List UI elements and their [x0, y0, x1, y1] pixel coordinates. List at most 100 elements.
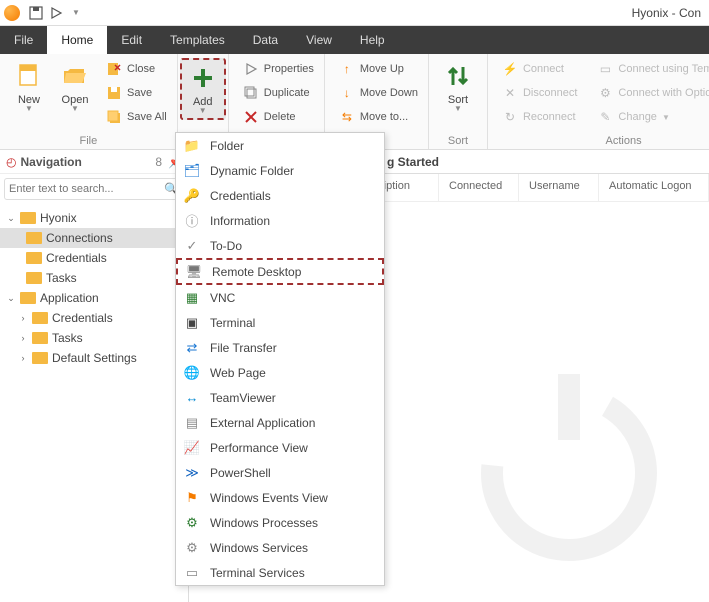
dropdown-item-web-page[interactable]: 🌐Web Page: [176, 360, 384, 385]
reconnect-button[interactable]: ↻ Reconnect: [498, 106, 581, 128]
sort-button[interactable]: Sort ▼: [435, 58, 481, 116]
properties-button[interactable]: Properties: [239, 58, 318, 80]
properties-label: Properties: [264, 63, 314, 75]
tree-label: Connections: [46, 231, 113, 245]
tree-item-default-settings[interactable]: › Default Settings: [0, 348, 188, 368]
teamviewer-icon: ↔: [184, 390, 200, 406]
chevron-down-icon: ▼: [71, 106, 79, 112]
tree-label: Default Settings: [52, 351, 137, 365]
change-button[interactable]: ✎ Change ▼: [593, 106, 709, 128]
dropdown-item-folder[interactable]: 📁Folder: [176, 133, 384, 158]
move-to-label: Move to...: [360, 111, 408, 123]
menu-view[interactable]: View: [292, 26, 346, 54]
move-up-button[interactable]: ↑ Move Up: [335, 58, 422, 80]
folder-icon: 📁: [184, 138, 200, 154]
dropdown-item-powershell[interactable]: ≫PowerShell: [176, 460, 384, 485]
delete-button[interactable]: Delete: [239, 106, 318, 128]
dropdown-item-credentials[interactable]: 🔑Credentials: [176, 183, 384, 208]
move-down-button[interactable]: ↓ Move Down: [335, 82, 422, 104]
dropdown-item-remote-desktop[interactable]: 🖥Remote Desktop: [176, 258, 384, 285]
menu-templates[interactable]: Templates: [156, 26, 239, 54]
menu-data[interactable]: Data: [239, 26, 292, 54]
dropdown-item-windows-events-view[interactable]: ⚑Windows Events View: [176, 485, 384, 510]
menu-edit[interactable]: Edit: [107, 26, 156, 54]
menu-file[interactable]: File: [0, 26, 47, 54]
dropdown-item-teamviewer[interactable]: ↔TeamViewer: [176, 385, 384, 410]
tree-item-credentials[interactable]: Credentials: [0, 248, 188, 268]
connect-button[interactable]: ⚡ Connect: [498, 58, 581, 80]
new-button[interactable]: New ▼: [6, 58, 52, 116]
connect-template-button[interactable]: ▭ Connect using Template ▼: [593, 58, 709, 80]
services-icon: ⚙: [184, 540, 200, 556]
open-button[interactable]: Open ▼: [52, 58, 98, 116]
tree-item-app-credentials[interactable]: › Credentials: [0, 308, 188, 328]
tree-label: Tasks: [52, 331, 83, 345]
move-to-button[interactable]: ⇆ Move to...: [335, 106, 422, 128]
collapse-icon[interactable]: ⌄: [6, 213, 16, 224]
folder-icon: [20, 212, 36, 224]
disconnect-button[interactable]: ✕ Disconnect: [498, 82, 581, 104]
tree-root-application[interactable]: ⌄ Application: [0, 288, 188, 308]
key-icon: 🔑: [184, 188, 200, 204]
globe-icon: 🌐: [184, 365, 200, 381]
dropdown-item-windows-services[interactable]: ⚙Windows Services: [176, 535, 384, 560]
dropdown-item-information[interactable]: ⓘInformation: [176, 208, 384, 233]
dropdown-item-performance-view[interactable]: 📈Performance View: [176, 435, 384, 460]
col-connected[interactable]: Connected: [439, 174, 519, 201]
menu-help[interactable]: Help: [346, 26, 399, 54]
qat-play-button[interactable]: [46, 3, 66, 23]
save-all-button[interactable]: Save All: [102, 106, 171, 128]
connect-options-button[interactable]: ⚙ Connect with Options ▼: [593, 82, 709, 104]
qat-save-button[interactable]: [26, 3, 46, 23]
performance-icon: 📈: [184, 440, 200, 456]
add-dropdown-menu: 📁Folder🗂Dynamic Folder🔑CredentialsⓘInfor…: [175, 132, 385, 586]
save-button[interactable]: Save: [102, 82, 171, 104]
collapse-icon[interactable]: ⌄: [6, 293, 16, 304]
tree-item-app-tasks[interactable]: › Tasks: [0, 328, 188, 348]
dropdown-item-label: External Application: [210, 416, 315, 430]
dropdown-item-file-transfer[interactable]: ⇄File Transfer: [176, 335, 384, 360]
dropdown-item-to-do[interactable]: ✓To-Do: [176, 233, 384, 258]
chevron-down-icon: ▼: [199, 108, 207, 114]
dropdown-item-external-application[interactable]: ▤ External Application: [176, 410, 384, 435]
reconnect-label: Reconnect: [523, 111, 576, 123]
tree-label: Credentials: [52, 311, 113, 325]
folder-icon: [26, 272, 42, 284]
connect-template-label: Connect using Template: [618, 63, 709, 75]
save-icon: [106, 85, 122, 101]
add-button[interactable]: Add ▼: [180, 58, 226, 120]
tree-item-connections[interactable]: Connections: [0, 228, 188, 248]
navigation-tree: ⌄ Hyonix Connections Credentials Tasks ⌄…: [0, 204, 188, 372]
close-file-icon: [106, 61, 122, 77]
dropdown-item-terminal-services[interactable]: ▭Terminal Services: [176, 560, 384, 585]
close-button[interactable]: Close: [102, 58, 171, 80]
dynamic-folder-icon: 🗂: [184, 163, 200, 179]
dropdown-item-label: PowerShell: [210, 466, 271, 480]
vnc-icon: ▦: [184, 290, 200, 306]
navigation-search[interactable]: 🔍: [4, 178, 184, 200]
expand-icon[interactable]: ›: [18, 313, 28, 323]
dropdown-item-terminal[interactable]: ▣Terminal: [176, 310, 384, 335]
terminal-services-icon: ▭: [184, 565, 200, 581]
tree-root-hyonix[interactable]: ⌄ Hyonix: [0, 208, 188, 228]
col-username[interactable]: Username: [519, 174, 599, 201]
dropdown-item-dynamic-folder[interactable]: 🗂Dynamic Folder: [176, 158, 384, 183]
qat-dropdown-button[interactable]: ▼: [66, 3, 86, 23]
app-icon: ▤: [184, 415, 200, 431]
dropdown-item-windows-processes[interactable]: ⚙Windows Processes: [176, 510, 384, 535]
tree-item-tasks[interactable]: Tasks: [0, 268, 188, 288]
expand-icon[interactable]: ›: [18, 333, 28, 343]
tab-getting-started[interactable]: g Started: [379, 151, 447, 173]
reconnect-icon: ↻: [502, 109, 518, 125]
template-icon: ▭: [597, 61, 613, 77]
ribbon-group-sort: Sort ▼ Sort: [429, 54, 488, 149]
dropdown-item-vnc[interactable]: ▦VNC: [176, 285, 384, 310]
navigation-count: 8: [155, 155, 162, 169]
window-title: Hyonix - Con: [632, 6, 705, 20]
disconnect-icon: ✕: [502, 85, 518, 101]
expand-icon[interactable]: ›: [18, 353, 28, 363]
search-input[interactable]: [9, 183, 164, 195]
duplicate-button[interactable]: Duplicate: [239, 82, 318, 104]
menu-home[interactable]: Home: [47, 26, 107, 54]
col-automatic-logon[interactable]: Automatic Logon: [599, 174, 709, 201]
